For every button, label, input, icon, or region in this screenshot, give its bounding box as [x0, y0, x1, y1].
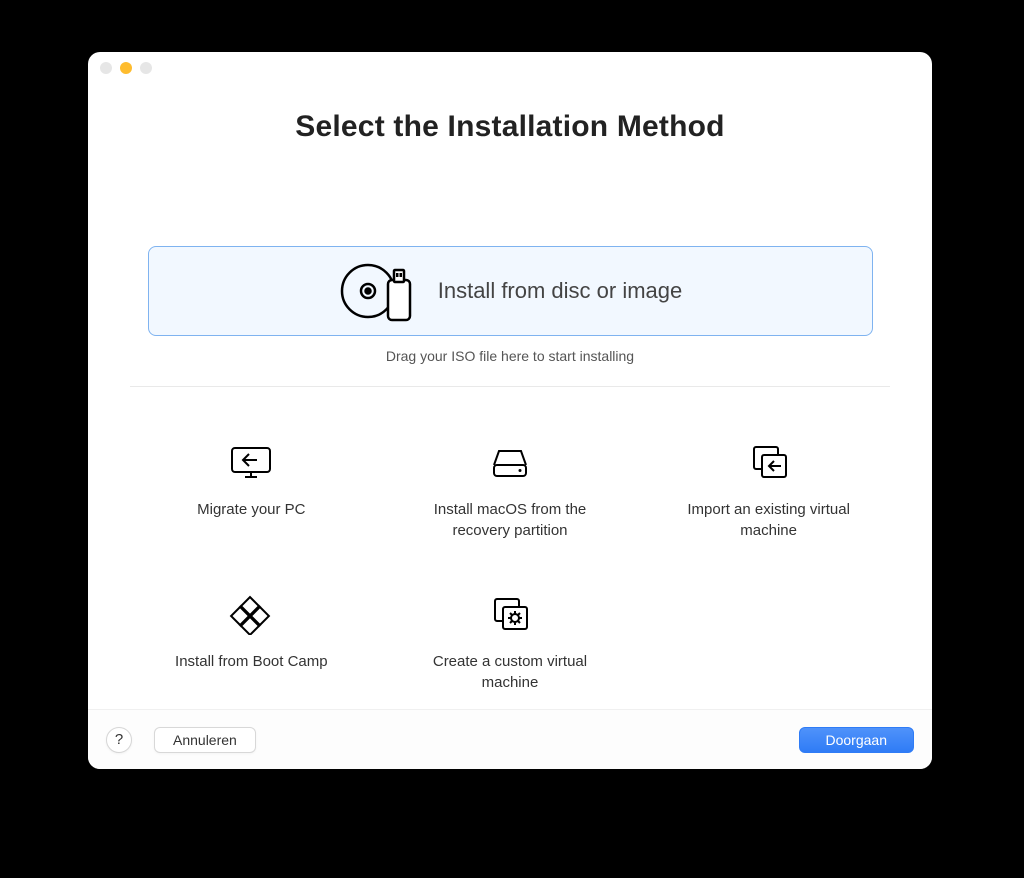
custom-vm-option[interactable]: Create a custom virtual machine [405, 595, 615, 693]
migrate-pc-option[interactable]: Migrate your PC [146, 443, 356, 541]
hard-drive-icon [488, 443, 532, 483]
separator [130, 386, 890, 387]
import-vm-icon [747, 443, 791, 483]
installer-window: Select the Installation Method Install f… [88, 52, 932, 769]
footer: ? Annuleren Doorgaan [88, 709, 932, 769]
bootcamp-icon [229, 595, 273, 635]
migrate-pc-icon [229, 443, 273, 483]
help-button[interactable]: ? [106, 727, 132, 753]
options-grid: Migrate your PC Install macOS from the r… [130, 443, 890, 693]
drop-hint: Drag your ISO file here to start install… [386, 348, 634, 364]
import-vm-option[interactable]: Import an existing virtual machine [664, 443, 874, 541]
custom-vm-label: Create a custom virtual machine [405, 651, 615, 693]
bootcamp-option[interactable]: Install from Boot Camp [146, 595, 356, 693]
cancel-button[interactable]: Annuleren [154, 727, 256, 753]
disc-usb-icon [338, 258, 416, 324]
migrate-pc-label: Migrate your PC [197, 499, 305, 520]
install-from-disc-label: Install from disc or image [438, 278, 683, 304]
bootcamp-label: Install from Boot Camp [175, 651, 328, 672]
titlebar [88, 52, 932, 84]
install-from-disc-option[interactable]: Install from disc or image [148, 246, 873, 336]
zoom-icon[interactable] [140, 62, 152, 74]
continue-button[interactable]: Doorgaan [799, 727, 915, 753]
minimize-icon[interactable] [120, 62, 132, 74]
install-macos-label: Install macOS from the recovery partitio… [405, 499, 615, 541]
close-icon[interactable] [100, 62, 112, 74]
import-vm-label: Import an existing virtual machine [664, 499, 874, 541]
page-title: Select the Installation Method [295, 110, 724, 144]
custom-vm-icon [488, 595, 532, 635]
content-area: Select the Installation Method Install f… [88, 84, 932, 709]
install-macos-option[interactable]: Install macOS from the recovery partitio… [405, 443, 615, 541]
